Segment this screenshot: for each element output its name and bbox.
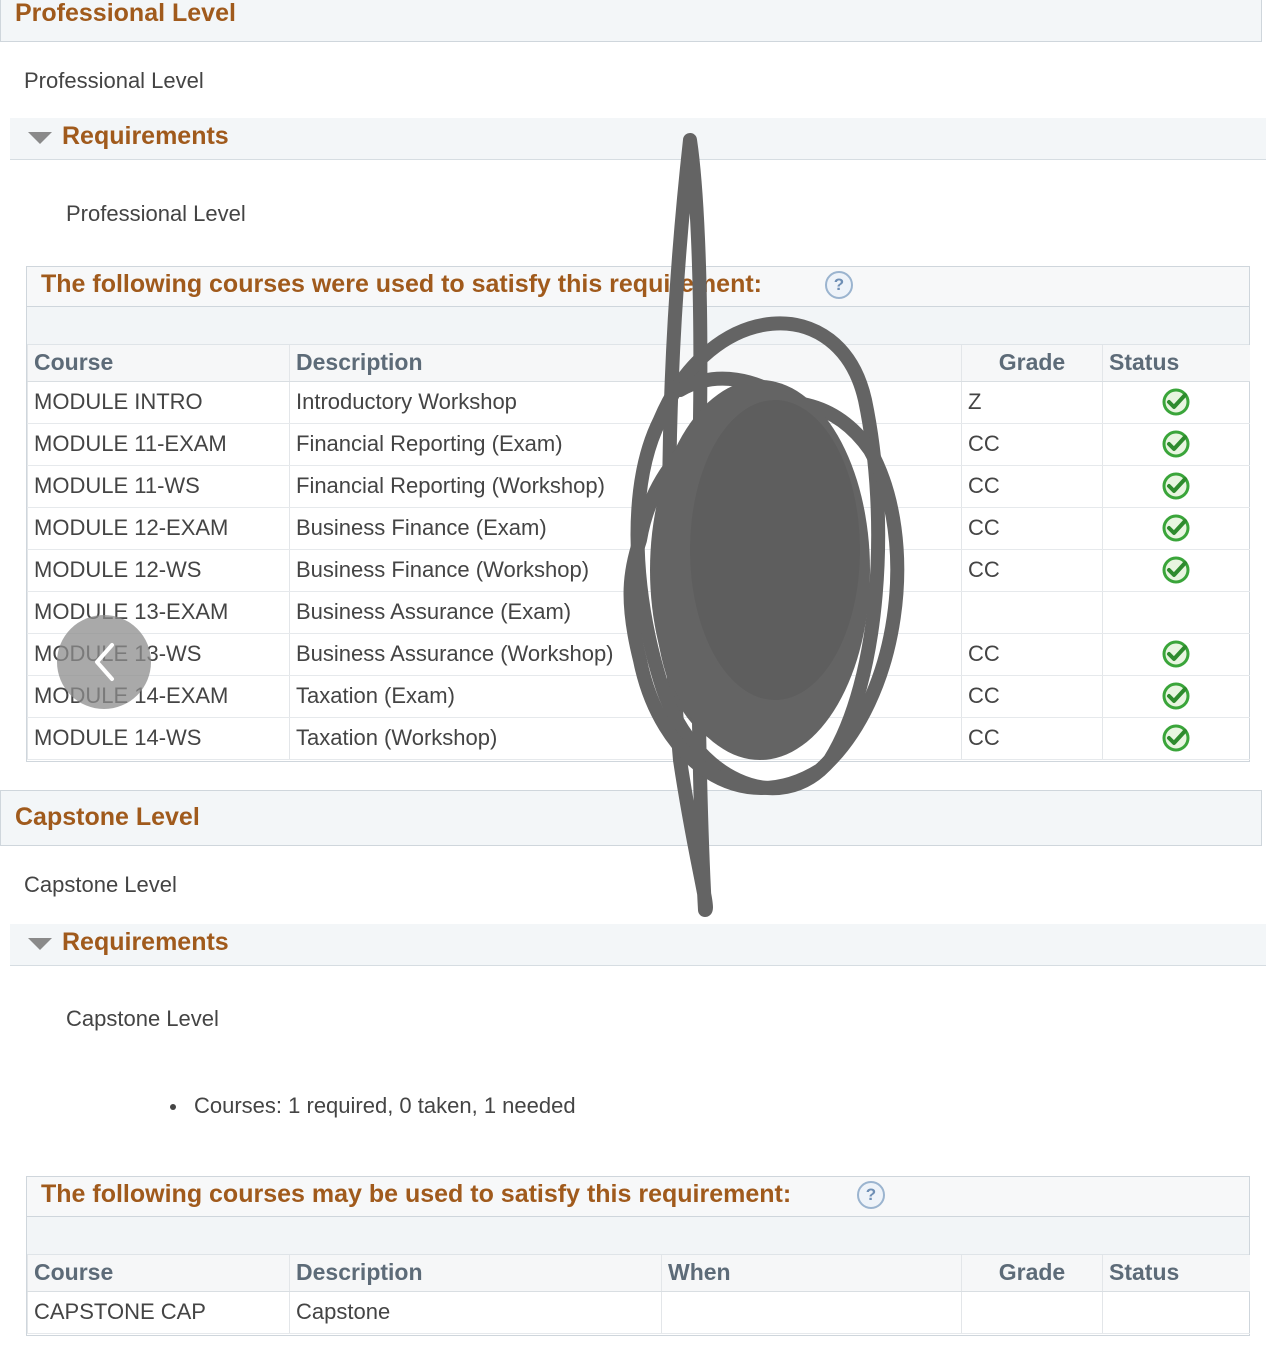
table-header-row: Course Description When Grade Status xyxy=(27,1255,1250,1292)
cell-description: Capstone xyxy=(289,1291,662,1334)
cell-course: MODULE 11-EXAM xyxy=(27,423,290,466)
col-grade: Grade xyxy=(961,345,1103,382)
cell-course: CAPSTONE CAP xyxy=(27,1291,290,1334)
courses-summary-text: Courses: 1 required, 0 taken, 1 needed xyxy=(194,1093,576,1118)
professional-section-title: Professional Level xyxy=(15,0,236,27)
cell-grade: CC xyxy=(961,507,1103,550)
requirements-label: Requirements xyxy=(62,928,229,956)
cell-status xyxy=(1102,465,1250,508)
cell-course: MODULE 11-WS xyxy=(27,465,290,508)
check-circle-icon xyxy=(1161,724,1191,752)
help-circle-icon[interactable]: ? xyxy=(857,1181,885,1209)
cell-status xyxy=(1102,633,1250,676)
cell-grade: CC xyxy=(961,549,1103,592)
check-circle-icon xyxy=(1161,472,1191,500)
check-circle-icon xyxy=(1161,388,1191,416)
check-circle-icon xyxy=(1161,640,1191,668)
cell-grade xyxy=(961,1291,1103,1334)
cell-status xyxy=(1102,549,1250,592)
cell-when xyxy=(661,1291,962,1334)
col-status: Status xyxy=(1102,345,1250,382)
cell-course: MODULE INTRO xyxy=(27,381,290,424)
grid-toolbar-band xyxy=(27,1217,1249,1255)
capstone-courses-table: Course Description When Grade Status CAP… xyxy=(27,1255,1250,1334)
capstone-requirement-desc: Capstone Level xyxy=(66,1006,219,1031)
check-circle-icon xyxy=(1161,430,1191,458)
cell-grade: CC xyxy=(961,675,1103,718)
courses-summary: Courses: 1 required, 0 taken, 1 needed xyxy=(170,1093,576,1119)
professional-section-header: Professional Level xyxy=(0,0,1262,42)
cell-grade: CC xyxy=(961,717,1103,760)
chevron-left-icon xyxy=(95,643,114,681)
triangle-down-icon xyxy=(28,938,52,950)
cell-grade xyxy=(961,591,1103,634)
cell-course: MODULE 14-WS xyxy=(27,717,290,760)
col-when: When xyxy=(661,1255,962,1292)
requirements-label: Requirements xyxy=(62,122,229,150)
cell-status xyxy=(1102,717,1250,760)
col-description: Description xyxy=(289,1255,662,1292)
triangle-down-icon xyxy=(28,132,52,144)
back-button[interactable] xyxy=(57,615,151,709)
cell-status xyxy=(1102,507,1250,550)
grid-title: The following courses may be used to sat… xyxy=(41,1180,792,1208)
cell-status xyxy=(1102,423,1250,466)
professional-subtitle: Professional Level xyxy=(24,68,204,93)
col-course: Course xyxy=(27,345,290,382)
cell-grade: CC xyxy=(961,423,1103,466)
check-circle-icon xyxy=(1161,682,1191,710)
capstone-courses-grid: The following courses may be used to sat… xyxy=(26,1176,1250,1336)
cell-status xyxy=(1102,1291,1250,1334)
professional-requirement-desc: Professional Level xyxy=(66,201,246,226)
cell-status xyxy=(1102,381,1250,424)
check-circle-icon xyxy=(1161,514,1191,542)
bullet-icon xyxy=(170,1104,176,1111)
cell-grade: CC xyxy=(961,465,1103,508)
capstone-subtitle: Capstone Level xyxy=(24,872,177,897)
table-row: CAPSTONE CAP Capstone xyxy=(27,1291,1250,1334)
cell-course: MODULE 12-WS xyxy=(27,549,290,592)
col-status: Status xyxy=(1102,1255,1250,1292)
cell-course: MODULE 12-EXAM xyxy=(27,507,290,550)
col-course: Course xyxy=(27,1255,290,1292)
cell-grade: Z xyxy=(961,381,1103,424)
cell-status xyxy=(1102,675,1250,718)
redaction-scribble xyxy=(623,133,905,917)
cell-status xyxy=(1102,591,1250,634)
col-grade: Grade xyxy=(961,1255,1103,1292)
capstone-requirements-toggle[interactable]: Requirements xyxy=(10,924,1266,966)
check-circle-icon xyxy=(1161,556,1191,584)
cell-grade: CC xyxy=(961,633,1103,676)
grid-title-bar: The following courses may be used to sat… xyxy=(27,1177,1249,1217)
capstone-section-title: Capstone Level xyxy=(15,803,200,831)
